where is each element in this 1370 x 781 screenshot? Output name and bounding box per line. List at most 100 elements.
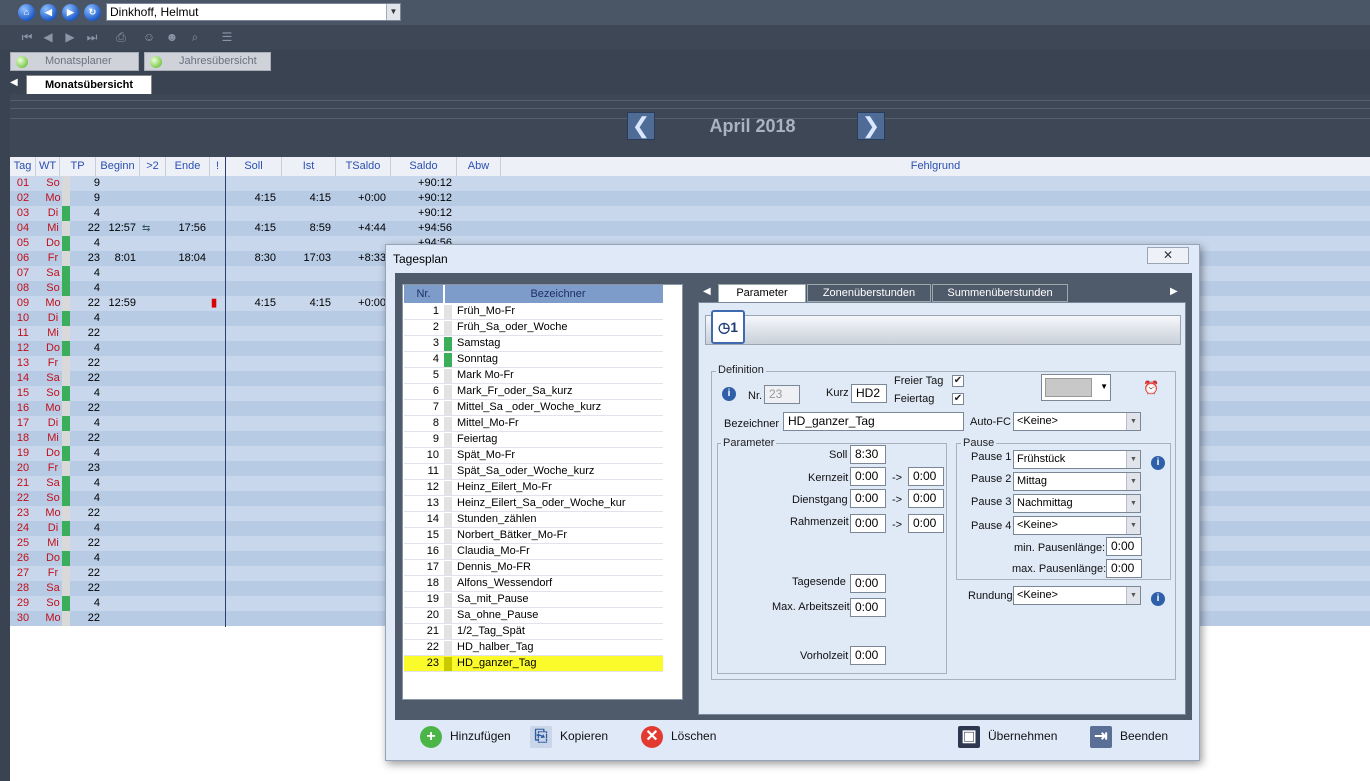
pause4-select[interactable]: <Keine> ▼ — [1013, 516, 1141, 535]
rahmenzeit-to[interactable]: 0:00 — [908, 514, 944, 533]
pause2-select[interactable]: Mittag ▼ — [1013, 472, 1141, 491]
list-icon[interactable]: ☰ — [220, 30, 234, 44]
kernzeit-from[interactable]: 0:00 — [850, 467, 886, 486]
tab-summenueberstunden[interactable]: Summenüberstunden — [932, 284, 1068, 302]
tab-zonenueberstunden[interactable]: Zonenüberstunden — [807, 284, 931, 302]
col-soll[interactable]: Soll — [226, 157, 282, 176]
tabs-scroll-left-icon[interactable]: ◀ — [10, 77, 18, 88]
users-icon[interactable]: ☻ — [165, 30, 179, 44]
exit-button[interactable]: ⇥ Beenden — [1090, 726, 1168, 748]
close-button[interactable]: ✕ — [1147, 247, 1189, 264]
col-fehlgrund[interactable]: Fehlgrund — [501, 157, 1370, 176]
autofc-select[interactable]: <Keine> ▼ — [1013, 412, 1141, 431]
col-ende[interactable]: Ende — [166, 157, 210, 176]
last-record-icon[interactable]: ⏭ — [85, 30, 99, 44]
tab-monatsuebersicht[interactable]: Monatsübersicht — [26, 75, 152, 94]
add-button[interactable]: + Hinzufügen — [420, 726, 511, 748]
list-item[interactable]: 5 Mark Mo-Fr — [404, 368, 663, 384]
list-item[interactable]: 15 Norbert_Bätker_Mo-Fr — [404, 528, 663, 544]
info-icon[interactable]: i — [1151, 456, 1165, 470]
list-item[interactable]: 6 Mark_Fr_oder_Sa_kurz — [404, 384, 663, 400]
kurz-field[interactable]: HD2 — [851, 384, 887, 403]
info-icon[interactable]: i — [1151, 592, 1165, 606]
freier-tag-checkbox[interactable]: ✔ — [952, 375, 964, 387]
first-record-icon[interactable]: ⏮ — [20, 30, 34, 44]
list-item[interactable]: 9 Feiertag — [404, 432, 663, 448]
col-wt[interactable]: WT — [36, 157, 60, 176]
col-excl[interactable]: ! — [210, 157, 226, 176]
max-arbeitszeit-field[interactable]: 0:00 — [850, 598, 886, 617]
list-item[interactable]: 11 Spät_Sa_oder_Woche_kurz — [404, 464, 663, 480]
col-abw[interactable]: Abw — [457, 157, 501, 176]
list-head-nr[interactable]: Nr. — [404, 285, 444, 303]
list-item[interactable]: 2 Früh_Sa_oder_Woche — [404, 320, 663, 336]
next-month-button[interactable]: ❯ — [857, 112, 885, 140]
list-item[interactable]: 17 Dennis_Mo-FR — [404, 560, 663, 576]
pause3-select[interactable]: Nachmittag ▼ — [1013, 494, 1141, 513]
table-row[interactable]: 04 Mi 22 12:57 ⇆ 17:56 4:15 8:59 +4:44 +94:56 — [10, 221, 1370, 236]
list-item[interactable]: 23 HD_ganzer_Tag — [404, 656, 663, 672]
prev-month-button[interactable]: ❮ — [627, 112, 655, 140]
list-item[interactable]: 19 Sa_mit_Pause — [404, 592, 663, 608]
forward-icon[interactable]: ▶ — [62, 4, 79, 21]
home-icon[interactable]: ⌂ — [18, 4, 35, 21]
tabs-scroll-left-icon[interactable]: ◀ — [703, 286, 711, 297]
list-item[interactable]: 14 Stunden_zählen — [404, 512, 663, 528]
list-item[interactable]: 18 Alfons_Wessendorf — [404, 576, 663, 592]
list-item[interactable]: 21 1/2_Tag_Spät — [404, 624, 663, 640]
pause1-select[interactable]: Frühstück ▼ — [1013, 450, 1141, 469]
copy-button[interactable]: ⎘ Kopieren — [530, 726, 608, 748]
list-item[interactable]: 7 Mittel_Sa _oder_Woche_kurz — [404, 400, 663, 416]
dienstgang-to[interactable]: 0:00 — [908, 489, 944, 508]
color-picker[interactable]: ▼ — [1041, 374, 1111, 401]
search-icon[interactable]: ⌕ — [188, 30, 202, 44]
person-select[interactable]: Dinkhoff, Helmut ▼ — [106, 3, 401, 21]
tagesende-field[interactable]: 0:00 — [850, 574, 886, 593]
table-row[interactable]: 01 So 9 +90:12 — [10, 176, 1370, 191]
col-beginn[interactable]: Beginn — [96, 157, 140, 176]
col-tsaldo[interactable]: TSaldo — [336, 157, 391, 176]
soll-field[interactable]: 8:30 — [850, 445, 886, 464]
list-item[interactable]: 22 HD_halber_Tag — [404, 640, 663, 656]
tab-monatsplaner[interactable]: Monatsplaner — [10, 52, 139, 71]
info-icon[interactable]: i — [722, 387, 736, 401]
col-saldo[interactable]: Saldo — [391, 157, 457, 176]
dienstgang-from[interactable]: 0:00 — [850, 489, 886, 508]
delete-button[interactable]: ✕ Löschen — [641, 726, 716, 748]
tabs-scroll-right-icon[interactable]: ▶ — [1170, 286, 1178, 297]
rahmenzeit-from[interactable]: 0:00 — [850, 514, 886, 533]
vorholzeit-field[interactable]: 0:00 — [850, 646, 886, 665]
refresh-icon[interactable]: ↻ — [84, 4, 101, 21]
col-tp[interactable]: TP — [60, 157, 96, 176]
prev-record-icon[interactable]: ◀ — [41, 30, 55, 44]
rundung-select[interactable]: <Keine> ▼ — [1013, 586, 1141, 605]
apply-button[interactable]: ▣ Übernehmen — [958, 726, 1057, 748]
back-icon[interactable]: ◀ — [40, 4, 57, 21]
col-ist[interactable]: Ist — [282, 157, 336, 176]
list-item[interactable]: 12 Heinz_Eilert_Mo-Fr — [404, 480, 663, 496]
user-icon[interactable]: ☺ — [142, 30, 156, 44]
list-item[interactable]: 4 Sonntag — [404, 352, 663, 368]
list-head-bezeichner[interactable]: Bezeichner — [453, 285, 663, 303]
nr-field[interactable]: 23 — [764, 385, 800, 404]
print-icon[interactable]: ⎙ — [114, 30, 128, 44]
alarm-clock-icon[interactable]: ⏰ — [1143, 380, 1159, 396]
kernzeit-to[interactable]: 0:00 — [908, 467, 944, 486]
list-item[interactable]: 1 Früh_Mo-Fr — [404, 304, 663, 320]
table-row[interactable]: 02 Mo 9 4:15 4:15 +0:00 +90:12 — [10, 191, 1370, 206]
min-pausenlaenge-field[interactable]: 0:00 — [1106, 537, 1142, 556]
list-item[interactable]: 10 Spät_Mo-Fr — [404, 448, 663, 464]
chevron-down-icon[interactable]: ▼ — [386, 4, 400, 20]
tab-jahresuebersicht[interactable]: Jahresübersicht — [144, 52, 271, 71]
feiertag-checkbox[interactable]: ✔ — [952, 393, 964, 405]
max-pausenlaenge-field[interactable]: 0:00 — [1106, 559, 1142, 578]
list-item[interactable]: 16 Claudia_Mo-Fr — [404, 544, 663, 560]
next-record-icon[interactable]: ▶ — [63, 30, 77, 44]
table-row[interactable]: 03 Di 4 +90:12 — [10, 206, 1370, 221]
list-item[interactable]: 20 Sa_ohne_Pause — [404, 608, 663, 624]
bezeichner-field[interactable]: HD_ganzer_Tag — [783, 412, 964, 431]
tab-parameter[interactable]: Parameter — [718, 284, 806, 302]
col-gt2[interactable]: >2 — [140, 157, 166, 176]
col-tag[interactable]: Tag — [10, 157, 36, 176]
list-item[interactable]: 13 Heinz_Eilert_Sa_oder_Woche_kur — [404, 496, 663, 512]
